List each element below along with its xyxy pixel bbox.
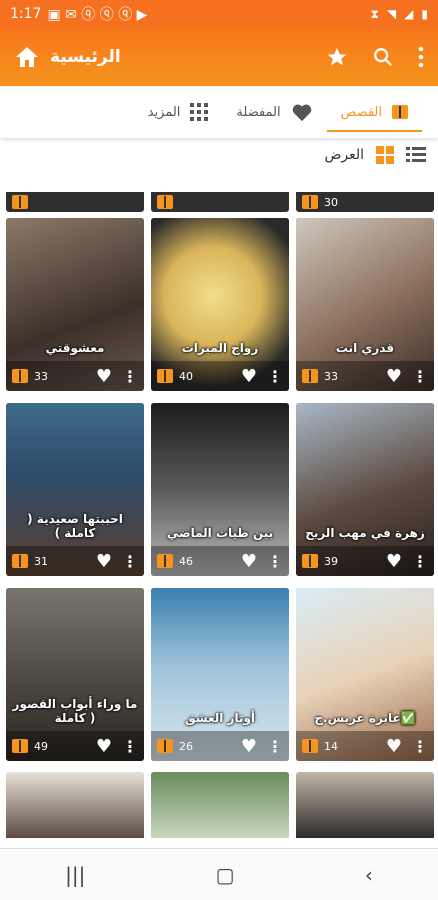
favorite-icon[interactable]: ♥ <box>241 366 257 387</box>
page-title: الرئيسية <box>50 47 121 67</box>
status-bar: 1:17 ▣ ✉ ⓠ ⓠ ⓠ ▶ ⧗ ◥ ◢ ▮ <box>0 0 438 28</box>
story-card[interactable]: احببتها صعيدية ( كاملة ) 31 ♥ ⋮ <box>6 403 144 576</box>
story-card[interactable]: زواج الميرات 40 ♥ ⋮ <box>151 218 289 391</box>
story-title: بين طيات الماضي <box>166 526 274 540</box>
chapter-count: 39 <box>324 554 338 568</box>
app-bar: الرئيسية <box>0 28 438 86</box>
list-item[interactable] <box>151 192 289 212</box>
back-icon[interactable]: ‹ <box>365 863 373 887</box>
book-icon <box>12 195 28 209</box>
book-icon <box>157 554 173 568</box>
favorite-icon[interactable]: ♥ <box>241 736 257 757</box>
more-vert-icon[interactable]: ⋮ <box>267 737 283 756</box>
home-button-icon[interactable]: ▢ <box>216 863 235 887</box>
story-card[interactable] <box>6 772 144 838</box>
system-icons: ⧗ ◥ ◢ ▮ <box>370 7 428 22</box>
story-card[interactable]: عايزة عريس.ج✅ 14 ♥ ⋮ <box>296 588 434 761</box>
book-icon <box>157 369 173 383</box>
more-vert-icon[interactable]: ⋮ <box>122 367 138 386</box>
favorite-icon[interactable]: ♥ <box>386 736 402 757</box>
chapter-count: 49 <box>34 739 48 753</box>
chapter-count: 33 <box>34 369 48 383</box>
book-icon <box>302 739 318 753</box>
story-title: زواج الميرات <box>181 341 259 355</box>
partial-row: 30 <box>6 192 434 212</box>
grid-view-icon[interactable] <box>376 146 394 164</box>
story-card[interactable]: بين طيات الماضي 46 ♥ ⋮ <box>151 403 289 576</box>
story-title: ما وراء أبواب القصور ( كاملة <box>12 697 138 725</box>
favorite-icon[interactable]: ♥ <box>96 736 112 757</box>
book-icon <box>302 195 318 209</box>
book-icon <box>302 369 318 383</box>
list-view-icon[interactable] <box>406 147 426 163</box>
story-title: أوتار العشق <box>184 711 256 725</box>
wifi-icon: ◥ <box>386 7 397 21</box>
star-icon[interactable] <box>326 46 348 68</box>
list-item[interactable] <box>6 192 144 212</box>
search-icon[interactable] <box>372 46 394 68</box>
more-vert-icon[interactable]: ⋮ <box>122 552 138 571</box>
tab-label: المفضلة <box>236 104 281 120</box>
list-item[interactable]: 30 <box>296 192 434 212</box>
more-vert-icon[interactable] <box>418 46 424 68</box>
book-icon <box>12 554 28 568</box>
favorite-icon[interactable]: ♥ <box>386 366 402 387</box>
story-card[interactable]: زهرة في مهب الريح 39 ♥ ⋮ <box>296 403 434 576</box>
favorite-icon[interactable]: ♥ <box>241 551 257 572</box>
story-card[interactable]: قدري انت 33 ♥ ⋮ <box>296 218 434 391</box>
story-title: احببتها صعيدية ( كاملة ) <box>27 512 123 540</box>
favorite-icon[interactable]: ♥ <box>96 551 112 572</box>
book-icon <box>392 105 408 119</box>
tab-favorites[interactable]: المفضلة <box>222 86 326 138</box>
signal-icon: ◢ <box>404 7 414 21</box>
chapter-count: 26 <box>179 739 193 753</box>
book-icon <box>157 739 173 753</box>
story-title: قدري انت <box>335 341 395 355</box>
story-card[interactable]: معشوقتي 33 ♥ ⋮ <box>6 218 144 391</box>
chapter-count: 33 <box>324 369 338 383</box>
recent-apps-icon[interactable]: ||| <box>65 863 85 887</box>
grid-icon <box>190 103 209 121</box>
heart-icon <box>292 104 311 122</box>
book-icon <box>302 554 318 568</box>
story-title: زهرة في مهب الريح <box>305 526 425 540</box>
status-time: 1:17 <box>10 6 42 22</box>
tab-more[interactable]: المزيد <box>134 86 223 138</box>
more-vert-icon[interactable]: ⋮ <box>412 552 428 571</box>
story-card[interactable] <box>296 772 434 838</box>
vibrate-icon: ⧗ <box>370 6 379 21</box>
book-icon <box>157 195 173 209</box>
stories-grid: معشوقتي 33 ♥ ⋮ زواج الميرات 40 ♥ ⋮ قدري انت … <box>6 218 434 761</box>
more-vert-icon[interactable]: ⋮ <box>267 552 283 571</box>
tab-bar: القصص المفضلة المزيد <box>0 86 438 138</box>
story-title: معشوقتي <box>45 341 105 355</box>
system-nav-bar: ||| ▢ ‹ <box>0 848 438 900</box>
more-vert-icon[interactable]: ⋮ <box>267 367 283 386</box>
book-icon <box>12 369 28 383</box>
tab-stories[interactable]: القصص <box>326 86 423 138</box>
favorite-icon[interactable]: ♥ <box>96 366 112 387</box>
more-vert-icon[interactable]: ⋮ <box>412 367 428 386</box>
more-vert-icon[interactable]: ⋮ <box>412 737 428 756</box>
tab-label: المزيد <box>147 104 181 120</box>
notification-icons: ▣ ✉ ⓠ ⓠ ⓠ ▶ <box>47 7 148 23</box>
battery-icon: ▮ <box>421 7 428 21</box>
chapter-count: 31 <box>34 554 48 568</box>
home-icon[interactable] <box>14 45 40 69</box>
view-toggle: العرض <box>324 146 426 164</box>
view-label: العرض <box>324 147 364 163</box>
story-card[interactable]: ما وراء أبواب القصور ( كاملة 49 ♥ ⋮ <box>6 588 144 761</box>
chapter-count: 14 <box>324 739 338 753</box>
story-card[interactable] <box>151 772 289 838</box>
chapter-count: 46 <box>179 554 193 568</box>
chapter-count: 40 <box>179 369 193 383</box>
tab-label: القصص <box>340 104 382 120</box>
favorite-icon[interactable]: ♥ <box>386 551 402 572</box>
story-title: عايزة عريس.ج✅ <box>314 711 416 725</box>
story-card[interactable]: أوتار العشق 26 ♥ ⋮ <box>151 588 289 761</box>
book-icon <box>12 739 28 753</box>
bottom-peek-row <box>6 772 434 838</box>
more-vert-icon[interactable]: ⋮ <box>122 737 138 756</box>
